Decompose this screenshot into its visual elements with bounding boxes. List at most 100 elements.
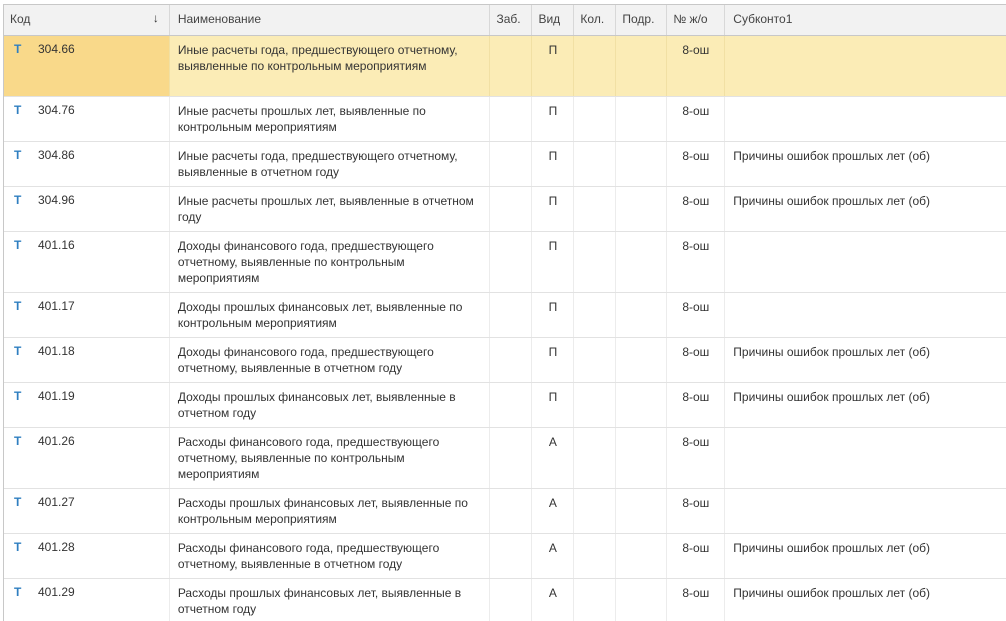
cell-journal-number[interactable]: 8-ош [667,142,726,186]
cell-journal-number[interactable]: 8-ош [667,232,726,292]
cell-journal-number[interactable]: 8-ош [667,579,726,621]
cell-podr[interactable] [616,36,668,96]
cell-code[interactable]: Т 304.66 [4,36,170,96]
cell-code[interactable]: Т 401.27 [4,489,170,533]
cell-subconto1[interactable]: Причины ошибок прошлых лет (об) [725,534,1006,578]
cell-name[interactable]: Доходы прошлых финансовых лет, выявленны… [170,293,491,337]
table-row[interactable]: Т 304.96 Иные расчеты прошлых лет, выявлен… [4,187,1006,232]
cell-name[interactable]: Иные расчеты прошлых лет, выявленные в о… [170,187,491,231]
cell-kol[interactable] [574,383,617,427]
cell-podr[interactable] [616,579,668,621]
cell-kol[interactable] [574,534,617,578]
cell-journal-number[interactable]: 8-ош [667,97,726,141]
cell-podr[interactable] [616,293,668,337]
table-row[interactable]: Т 401.16 Доходы финансового года, предшест… [4,232,1006,293]
cell-podr[interactable] [616,428,668,488]
cell-kol[interactable] [574,36,617,96]
cell-code[interactable]: Т 401.26 [4,428,170,488]
cell-podr[interactable] [616,534,668,578]
cell-vid[interactable]: П [532,97,575,141]
cell-zab[interactable] [490,97,533,141]
cell-zab[interactable] [490,338,533,382]
cell-podr[interactable] [616,338,668,382]
cell-podr[interactable] [616,97,668,141]
table-row[interactable]: Т 401.27 Расходы прошлых финансовых лет, в… [4,489,1006,534]
cell-subconto1[interactable]: Причины ошибок прошлых лет (об) [725,142,1006,186]
table-row[interactable]: Т 304.76 Иные расчеты прошлых лет, выявлен… [4,97,1006,142]
cell-zab[interactable] [490,232,533,292]
cell-subconto1[interactable]: Причины ошибок прошлых лет (об) [725,187,1006,231]
cell-name[interactable]: Иные расчеты года, предшествующего отчет… [170,36,491,96]
cell-name[interactable]: Расходы прошлых финансовых лет, выявленн… [170,489,491,533]
cell-vid[interactable]: А [532,579,575,621]
cell-code[interactable]: Т 401.18 [4,338,170,382]
cell-podr[interactable] [616,232,668,292]
cell-vid[interactable]: П [532,142,575,186]
cell-zab[interactable] [490,383,533,427]
cell-name[interactable]: Иные расчеты прошлых лет, выявленные по … [170,97,491,141]
cell-subconto1[interactable]: Причины ошибок прошлых лет (об) [725,338,1006,382]
cell-name[interactable]: Расходы финансового года, предшествующег… [170,428,491,488]
cell-name[interactable]: Иные расчеты года, предшествующего отчет… [170,142,491,186]
cell-code[interactable]: Т 401.16 [4,232,170,292]
table-row[interactable]: Т 304.66 Иные расчеты года, предшествующег… [4,36,1006,97]
cell-journal-number[interactable]: 8-ош [667,489,726,533]
cell-podr[interactable] [616,489,668,533]
cell-kol[interactable] [574,97,617,141]
table-row[interactable]: Т 304.86 Иные расчеты года, предшествующег… [4,142,1006,187]
cell-kol[interactable] [574,428,617,488]
cell-journal-number[interactable]: 8-ош [667,293,726,337]
cell-kol[interactable] [574,142,617,186]
column-header-name[interactable]: Наименование [170,5,491,35]
cell-vid[interactable]: А [532,489,575,533]
cell-zab[interactable] [490,428,533,488]
cell-zab[interactable] [490,187,533,231]
cell-vid[interactable]: П [532,232,575,292]
cell-kol[interactable] [574,338,617,382]
cell-kol[interactable] [574,187,617,231]
table-row[interactable]: Т 401.19 Доходы прошлых финансовых лет, вы… [4,383,1006,428]
cell-kol[interactable] [574,489,617,533]
cell-zab[interactable] [490,293,533,337]
cell-code[interactable]: Т 304.86 [4,142,170,186]
cell-zab[interactable] [490,534,533,578]
cell-zab[interactable] [490,489,533,533]
cell-name[interactable]: Расходы финансового года, предшествующег… [170,534,491,578]
cell-subconto1[interactable] [725,489,1006,533]
cell-vid[interactable]: П [532,383,575,427]
cell-zab[interactable] [490,142,533,186]
cell-code[interactable]: Т 401.19 [4,383,170,427]
cell-vid[interactable]: А [532,534,575,578]
table-row[interactable]: Т 401.17 Доходы прошлых финансовых лет, вы… [4,293,1006,338]
cell-journal-number[interactable]: 8-ош [667,187,726,231]
table-row[interactable]: Т 401.26 Расходы финансового года, предшес… [4,428,1006,489]
cell-subconto1[interactable] [725,97,1006,141]
cell-kol[interactable] [574,232,617,292]
cell-zab[interactable] [490,36,533,96]
column-header-zab[interactable]: Заб. [490,5,533,35]
column-header-vid[interactable]: Вид [532,5,575,35]
cell-code[interactable]: Т 401.28 [4,534,170,578]
cell-subconto1[interactable]: Причины ошибок прошлых лет (об) [725,383,1006,427]
cell-kol[interactable] [574,293,617,337]
cell-podr[interactable] [616,383,668,427]
cell-code[interactable]: Т 401.29 [4,579,170,621]
cell-subconto1[interactable] [725,428,1006,488]
column-header-journal-number[interactable]: № ж/о [667,5,726,35]
cell-subconto1[interactable] [725,232,1006,292]
cell-kol[interactable] [574,579,617,621]
column-header-subconto1[interactable]: Субконто1 [725,5,1006,35]
cell-vid[interactable]: П [532,338,575,382]
cell-journal-number[interactable]: 8-ош [667,36,726,96]
column-header-kol[interactable]: Кол. [574,5,617,35]
cell-journal-number[interactable]: 8-ош [667,534,726,578]
column-header-code[interactable]: Код ↓ [4,5,170,35]
column-header-podr[interactable]: Подр. [616,5,668,35]
cell-subconto1[interactable]: Причины ошибок прошлых лет (об) [725,579,1006,621]
cell-code[interactable]: Т 304.96 [4,187,170,231]
sort-down-icon[interactable]: ↓ [153,11,159,25]
cell-vid[interactable]: П [532,187,575,231]
table-row[interactable]: Т 401.28 Расходы финансового года, предшес… [4,534,1006,579]
cell-name[interactable]: Доходы прошлых финансовых лет, выявленны… [170,383,491,427]
cell-subconto1[interactable] [725,36,1006,96]
